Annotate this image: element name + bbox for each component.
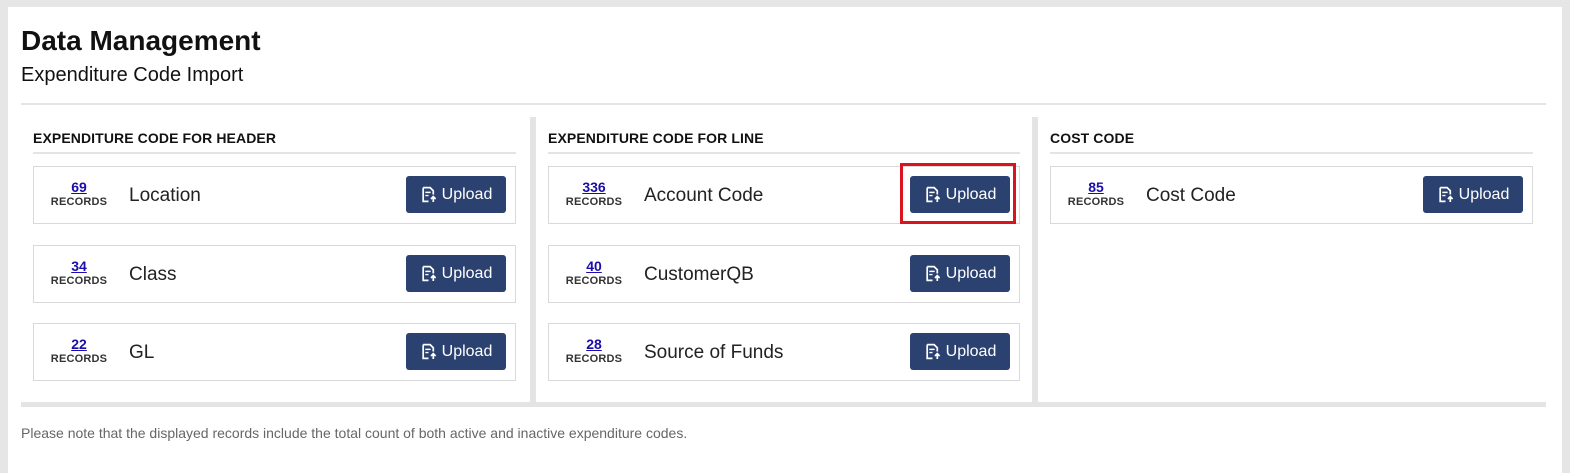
- file-upload-icon: [421, 186, 436, 203]
- section-cost-code: COST CODE 85 RECORDS Cost Code Upload: [1038, 117, 1546, 405]
- import-row-cost-code: 85 RECORDS Cost Code Upload: [1050, 166, 1533, 224]
- code-type-label: Source of Funds: [644, 342, 784, 363]
- record-count-link[interactable]: 40: [559, 258, 629, 274]
- import-row-class: 34 RECORDS Class Upload: [33, 245, 516, 303]
- code-type-label: GL: [129, 342, 155, 363]
- upload-button-label: Upload: [945, 342, 997, 360]
- file-upload-icon: [1438, 186, 1453, 203]
- code-type-label: Location: [129, 185, 201, 206]
- file-upload-icon: [421, 343, 436, 360]
- file-upload-icon: [421, 265, 436, 282]
- records-footnote: Please note that the displayed records i…: [21, 425, 688, 441]
- code-type-label: Cost Code: [1146, 185, 1236, 206]
- import-row-source-of-funds: 28 RECORDS Source of Funds Upload: [548, 323, 1020, 381]
- section-line-codes: EXPENDITURE CODE FOR LINE 336 RECORDS Accou…: [536, 117, 1032, 405]
- section-header-codes: EXPENDITURE CODE FOR HEADER 69 RECORDS Loca…: [21, 117, 530, 405]
- record-count: 28 RECORDS: [559, 336, 629, 366]
- code-type-label: Class: [129, 264, 177, 285]
- upload-button-gl[interactable]: Upload: [406, 333, 506, 370]
- record-count: 34 RECORDS: [44, 258, 114, 288]
- main-panel: Data Management Expenditure Code Import …: [8, 7, 1562, 473]
- import-row-gl: 22 RECORDS GL Upload: [33, 323, 516, 381]
- record-count: 22 RECORDS: [44, 336, 114, 366]
- highlight-box: [900, 163, 1016, 224]
- code-type-label: Account Code: [644, 185, 764, 206]
- code-type-label: CustomerQB: [644, 264, 754, 285]
- records-label: RECORDS: [50, 353, 108, 365]
- page-subtitle: Expenditure Code Import: [21, 64, 244, 86]
- upload-button-cost-code[interactable]: Upload: [1423, 176, 1523, 213]
- import-row-account-code: 336 RECORDS Account Code Upload: [548, 163, 1020, 224]
- section-heading-divider: [548, 152, 1020, 154]
- records-label: RECORDS: [50, 196, 108, 208]
- records-label: RECORDS: [565, 196, 623, 208]
- upload-button-label: Upload: [945, 264, 997, 282]
- record-count-link[interactable]: 22: [44, 336, 114, 352]
- section-heading: EXPENDITURE CODE FOR HEADER: [33, 130, 277, 146]
- upload-button-label: Upload: [441, 264, 493, 282]
- records-label: RECORDS: [50, 275, 108, 287]
- section-heading: EXPENDITURE CODE FOR LINE: [548, 130, 764, 146]
- record-count: 40 RECORDS: [559, 258, 629, 288]
- record-count-link[interactable]: 336: [559, 179, 629, 195]
- import-row-location: 69 RECORDS Location Upload: [33, 166, 516, 224]
- records-label: RECORDS: [565, 275, 623, 287]
- import-row-customerqb: 40 RECORDS CustomerQB Upload: [548, 245, 1020, 303]
- file-upload-icon: [925, 265, 940, 282]
- record-count: 336 RECORDS: [559, 179, 629, 209]
- section-heading: COST CODE: [1050, 130, 1135, 146]
- records-label: RECORDS: [1067, 196, 1125, 208]
- upload-button-customerqb[interactable]: Upload: [910, 255, 1010, 292]
- sections-bottom-divider: [21, 402, 1546, 407]
- upload-button-label: Upload: [1458, 185, 1510, 203]
- file-upload-icon: [925, 343, 940, 360]
- record-count-link[interactable]: 85: [1061, 179, 1131, 195]
- upload-button-class[interactable]: Upload: [406, 255, 506, 292]
- record-count: 69 RECORDS: [44, 179, 114, 209]
- page-title: Data Management: [21, 25, 261, 56]
- record-count: 85 RECORDS: [1061, 179, 1131, 209]
- records-label: RECORDS: [565, 353, 623, 365]
- upload-button-location[interactable]: Upload: [406, 176, 506, 213]
- record-count-link[interactable]: 69: [44, 179, 114, 195]
- section-heading-divider: [1050, 152, 1533, 154]
- record-count-link[interactable]: 34: [44, 258, 114, 274]
- upload-button-label: Upload: [441, 185, 493, 203]
- upload-button-label: Upload: [441, 342, 493, 360]
- header-divider: [21, 103, 1546, 105]
- sections-container: EXPENDITURE CODE FOR HEADER 69 RECORDS Loca…: [21, 117, 1546, 405]
- record-count-link[interactable]: 28: [559, 336, 629, 352]
- upload-button-source-of-funds[interactable]: Upload: [910, 333, 1010, 370]
- section-heading-divider: [33, 152, 516, 154]
